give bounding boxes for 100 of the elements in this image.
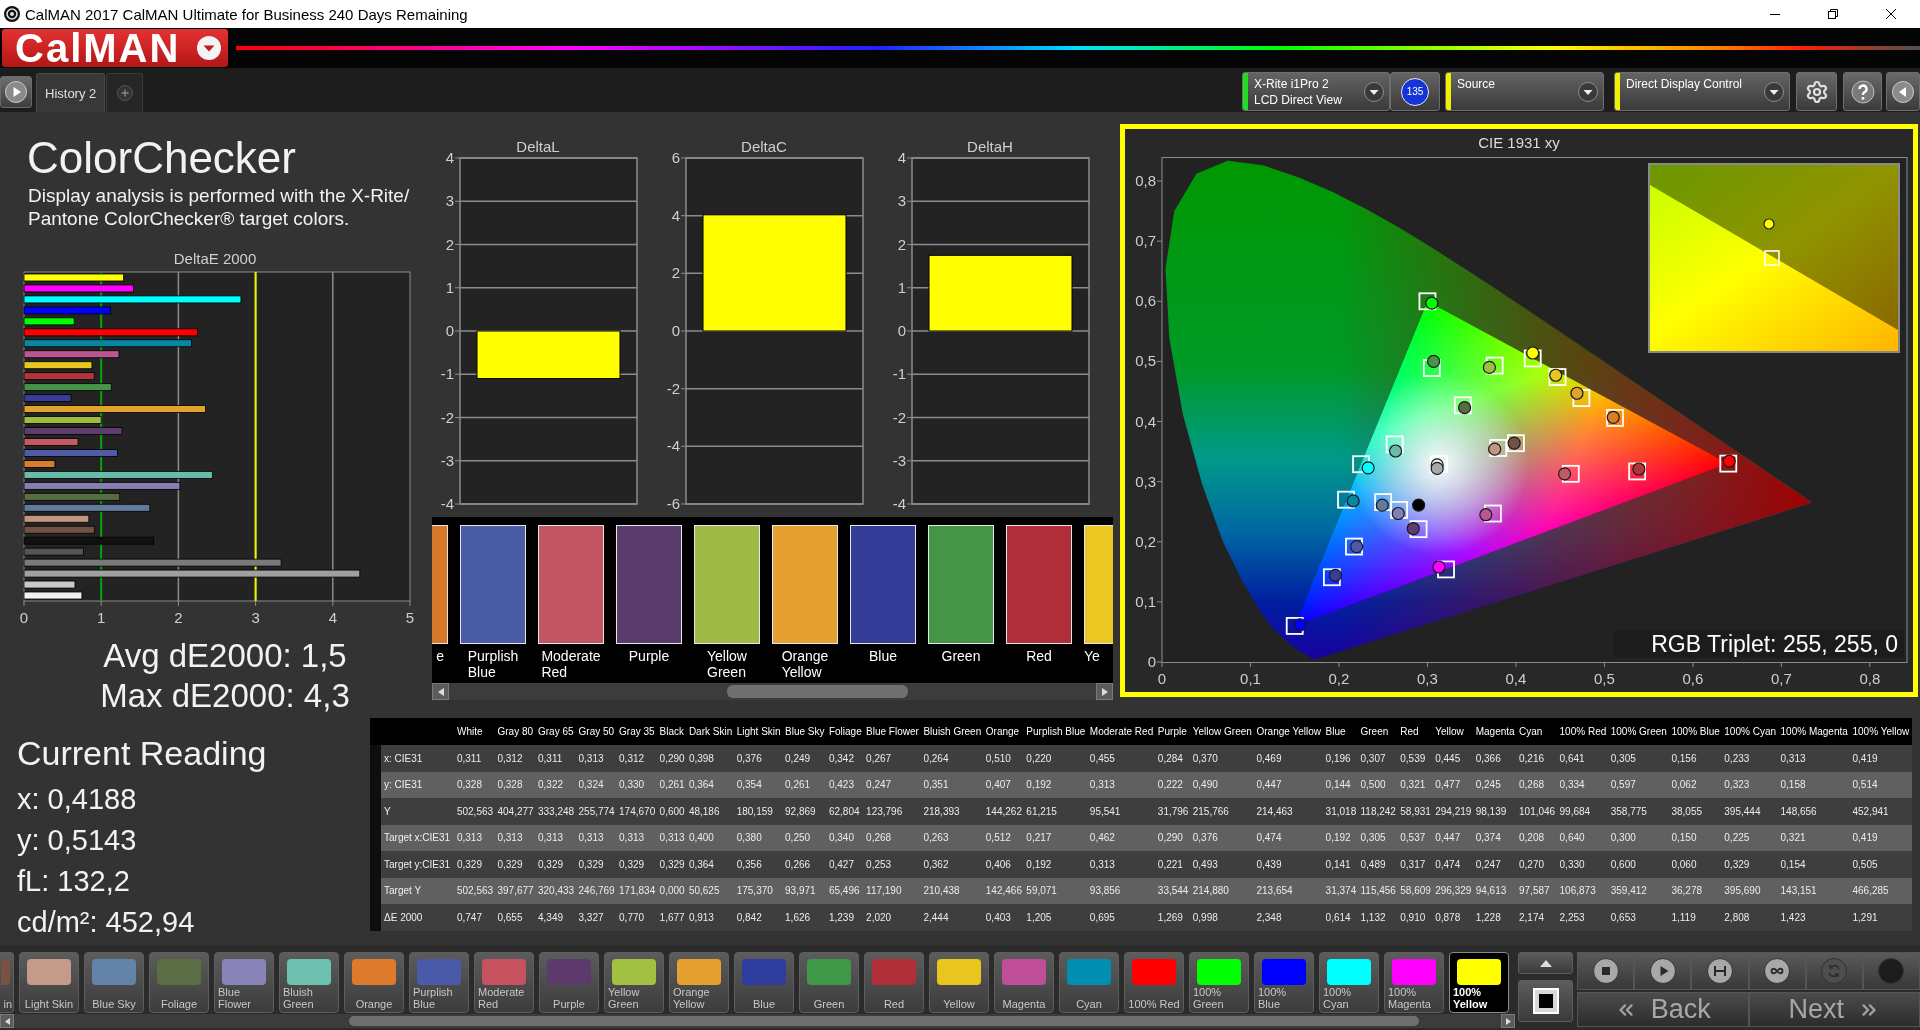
transport-button[interactable] — [1577, 952, 1635, 990]
deltae-bar — [23, 460, 56, 468]
transport-button[interactable] — [1634, 952, 1692, 990]
tick-label: 0,3 — [1417, 670, 1438, 687]
patch-button[interactable]: Moderate Red — [474, 952, 534, 1013]
patch-button[interactable]: Blue — [734, 952, 794, 1013]
patch-button[interactable]: Blue Flower — [214, 952, 274, 1013]
table-cell: 404,277 — [495, 798, 536, 825]
table-cell: 452,941 — [1850, 798, 1912, 825]
table-cell: 0,253 — [864, 851, 922, 878]
device-selector[interactable]: X-Rite i1Pro 2 LCD Direct View — [1242, 72, 1390, 111]
table-cell: 0,313 — [536, 824, 577, 851]
target-marker — [1572, 389, 1591, 407]
patch-button[interactable]: Magenta — [994, 952, 1054, 1013]
table-cell: 0,313 — [1087, 851, 1156, 878]
back-button[interactable]: Back — [1577, 992, 1749, 1027]
scrollbar-thumb[interactable] — [348, 1015, 1420, 1027]
window-title: CalMAN 2017 CalMAN Ultimate for Business 240 Days Remaining — [25, 5, 468, 23]
deltae-bar — [23, 372, 95, 381]
transport-button[interactable] — [1691, 952, 1749, 990]
patch-button[interactable]: Orange — [344, 952, 404, 1013]
collapse-button[interactable] — [1886, 72, 1920, 111]
patch-button[interactable]: Yellow — [929, 952, 989, 1013]
patch-button[interactable]: Purple — [539, 952, 599, 1013]
next-button[interactable]: Next — [1748, 992, 1920, 1027]
deltae-bar — [23, 580, 76, 589]
swatch-label: Purplish Blue — [467, 648, 519, 680]
patch-button[interactable]: 100% Green — [1189, 952, 1249, 1013]
tab[interactable]: History 2 — [36, 73, 106, 112]
settings-button[interactable] — [1796, 72, 1837, 111]
scrollbar[interactable] — [432, 683, 1113, 700]
patch-button[interactable]: in — [0, 952, 14, 1013]
target-marker — [1323, 568, 1341, 587]
measured-marker — [1549, 368, 1563, 382]
scroll-up-button[interactable] — [1518, 952, 1573, 974]
tick-label: 0,8 — [1135, 172, 1156, 190]
patch-button[interactable]: Blue Sky — [84, 952, 144, 1013]
patch-button[interactable]: Orange Yellow — [669, 952, 729, 1013]
table-cell: 0,154 — [1778, 851, 1851, 878]
scrollbar-thumb[interactable] — [727, 685, 909, 698]
patch-button[interactable]: Foliage — [149, 952, 209, 1013]
measured-marker — [1375, 498, 1389, 512]
patch-button[interactable]: Green — [799, 952, 859, 1013]
measured-marker — [1430, 461, 1444, 476]
patch-button[interactable]: 100% Yellow — [1449, 952, 1509, 1013]
patch-button[interactable]: Light Skin — [19, 952, 79, 1013]
scroll-right-button[interactable] — [1096, 683, 1113, 700]
device-selector[interactable]: Direct Display Control — [1614, 72, 1790, 111]
swatch-label: Purple — [628, 648, 670, 664]
patch-button[interactable]: Red — [864, 952, 924, 1013]
chart-title: DeltaL — [515, 138, 561, 156]
app-menu-button[interactable]: CalMAN — [2, 29, 228, 67]
table-cell: 1,677 — [657, 904, 687, 931]
target-marker — [1628, 462, 1647, 481]
row-header: x: CIE31 — [370, 745, 455, 772]
target-marker — [1606, 409, 1624, 427]
patch-button[interactable]: Bluish Green — [279, 952, 339, 1013]
table-cell: 0,447 — [1254, 771, 1324, 798]
measured-marker — [1346, 494, 1360, 508]
device-selector[interactable]: Source — [1445, 72, 1604, 111]
patch-button[interactable]: 100% Cyan — [1319, 952, 1379, 1013]
column-header: 100% Cyan — [1722, 718, 1779, 745]
swatch-label: Moderate Red — [541, 648, 601, 680]
tick-label: 0,3 — [1135, 472, 1156, 490]
help-button[interactable] — [1843, 72, 1882, 111]
scroll-right-button[interactable] — [1501, 1014, 1515, 1028]
patch-button[interactable]: Yellow Green — [604, 952, 664, 1013]
transport-button[interactable] — [1748, 952, 1806, 990]
scroll-left-button[interactable] — [0, 1014, 14, 1028]
scrollbar[interactable] — [0, 1014, 1515, 1028]
target-marker — [1385, 435, 1404, 454]
column-header: Purplish Blue — [1024, 718, 1088, 745]
run-button[interactable] — [0, 76, 32, 108]
tick-label: 2 — [897, 235, 906, 253]
patch-button[interactable]: Cyan — [1059, 952, 1119, 1013]
table-cell: 0,913 — [686, 904, 735, 931]
table-cell: 123,796 — [864, 798, 922, 825]
table-cell: 0,910 — [1398, 904, 1434, 931]
caret-left-icon — [4, 1017, 10, 1025]
tick-label: 0 — [1157, 670, 1167, 687]
table-cell: 0,284 — [1155, 745, 1191, 772]
measured-marker — [1391, 506, 1405, 521]
help-icon — [1850, 79, 1875, 104]
patch-button[interactable]: 100% Red — [1124, 952, 1184, 1013]
tick-label: 0,7 — [1770, 670, 1792, 687]
table-cell: 0,270 — [1517, 851, 1558, 878]
table-cell: 0,474 — [1433, 851, 1474, 878]
table-cell: 0,329 — [617, 851, 658, 878]
scroll-left-button[interactable] — [432, 683, 449, 700]
page-title: ColorChecker — [26, 133, 297, 182]
table-cell: 0,329 — [454, 851, 496, 878]
patch-button[interactable]: 100% Blue — [1254, 952, 1314, 1013]
patch-button[interactable]: Purplish Blue — [409, 952, 469, 1013]
chart-title: DeltaC — [740, 138, 788, 156]
table-cell: 1,626 — [783, 904, 827, 931]
column-header: Yellow Green — [1190, 718, 1255, 745]
table-cell: 0,247 — [864, 771, 922, 798]
patch-button[interactable]: 100% Magenta — [1384, 952, 1444, 1013]
stop-button[interactable] — [1518, 980, 1573, 1022]
table-cell: 31,796 — [1155, 798, 1191, 825]
